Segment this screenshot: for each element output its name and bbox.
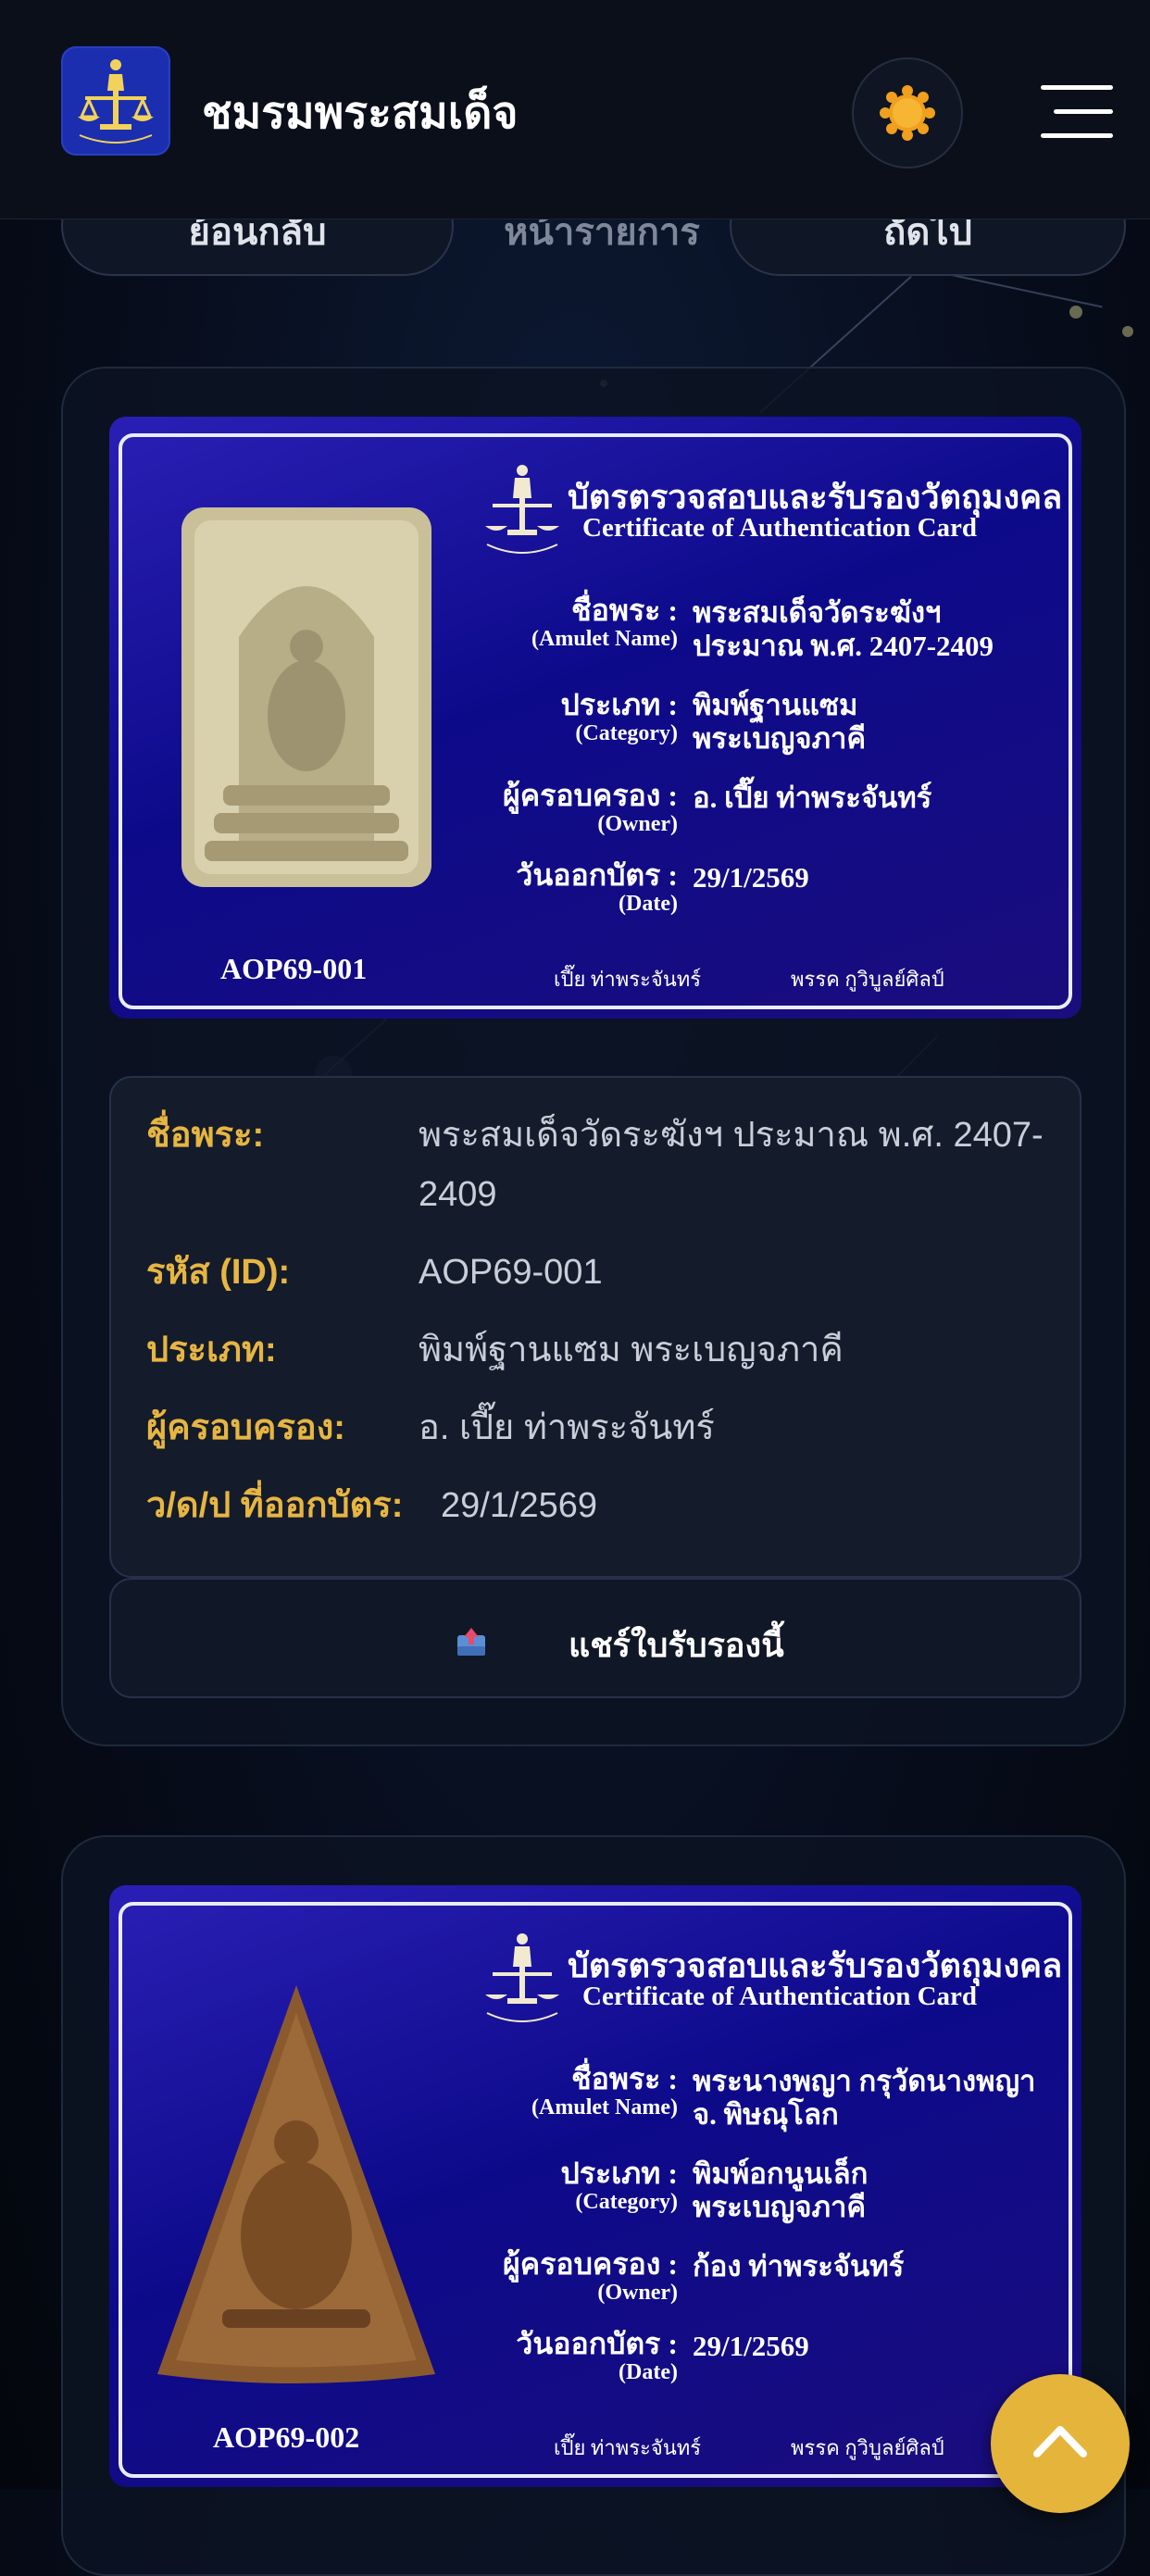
certificate-card: บัตรตรวจสอบและรับรองวัตถุมงคล Certificat… bbox=[61, 1835, 1126, 2576]
club-logo[interactable] bbox=[61, 46, 170, 156]
certificate-code: AOP69-001 bbox=[220, 952, 368, 985]
amulet-photo bbox=[181, 507, 431, 887]
app-header: ชมรมพระสมเด็จ bbox=[0, 0, 1150, 219]
chevron-up-icon bbox=[1033, 2426, 1087, 2457]
certificate-image[interactable]: บัตรตรวจสอบและรับรองวัตถุมงคล Certificat… bbox=[109, 417, 1081, 1019]
share-certificate-button[interactable]: แชร์ใบรับรองนี้ bbox=[109, 1578, 1081, 1698]
certificate-image[interactable]: บัตรตรวจสอบและรับรองวัตถุมงคล Certificat… bbox=[109, 1885, 1081, 2487]
emblem-icon bbox=[485, 465, 559, 554]
hamburger-menu-icon[interactable] bbox=[1041, 83, 1113, 139]
amulet-photo bbox=[157, 1985, 435, 2383]
certificate-card: บัตรตรวจสอบและรับรองวัตถุมงคล Certificat… bbox=[61, 367, 1126, 1746]
emblem-icon bbox=[485, 1933, 559, 2022]
share-icon bbox=[457, 1628, 485, 1656]
certificate-details: ชื่อพระ: พระสมเด็จวัดระฆังฯ ประมาณ พ.ศ. … bbox=[109, 1076, 1081, 1578]
certificate-code: AOP69-002 bbox=[213, 2420, 360, 2454]
sun-icon bbox=[880, 85, 935, 141]
scroll-top-button[interactable] bbox=[991, 2374, 1130, 2513]
theme-toggle-button[interactable] bbox=[852, 57, 963, 169]
brand-title: ชมรมพระสมเด็จ bbox=[202, 89, 519, 138]
